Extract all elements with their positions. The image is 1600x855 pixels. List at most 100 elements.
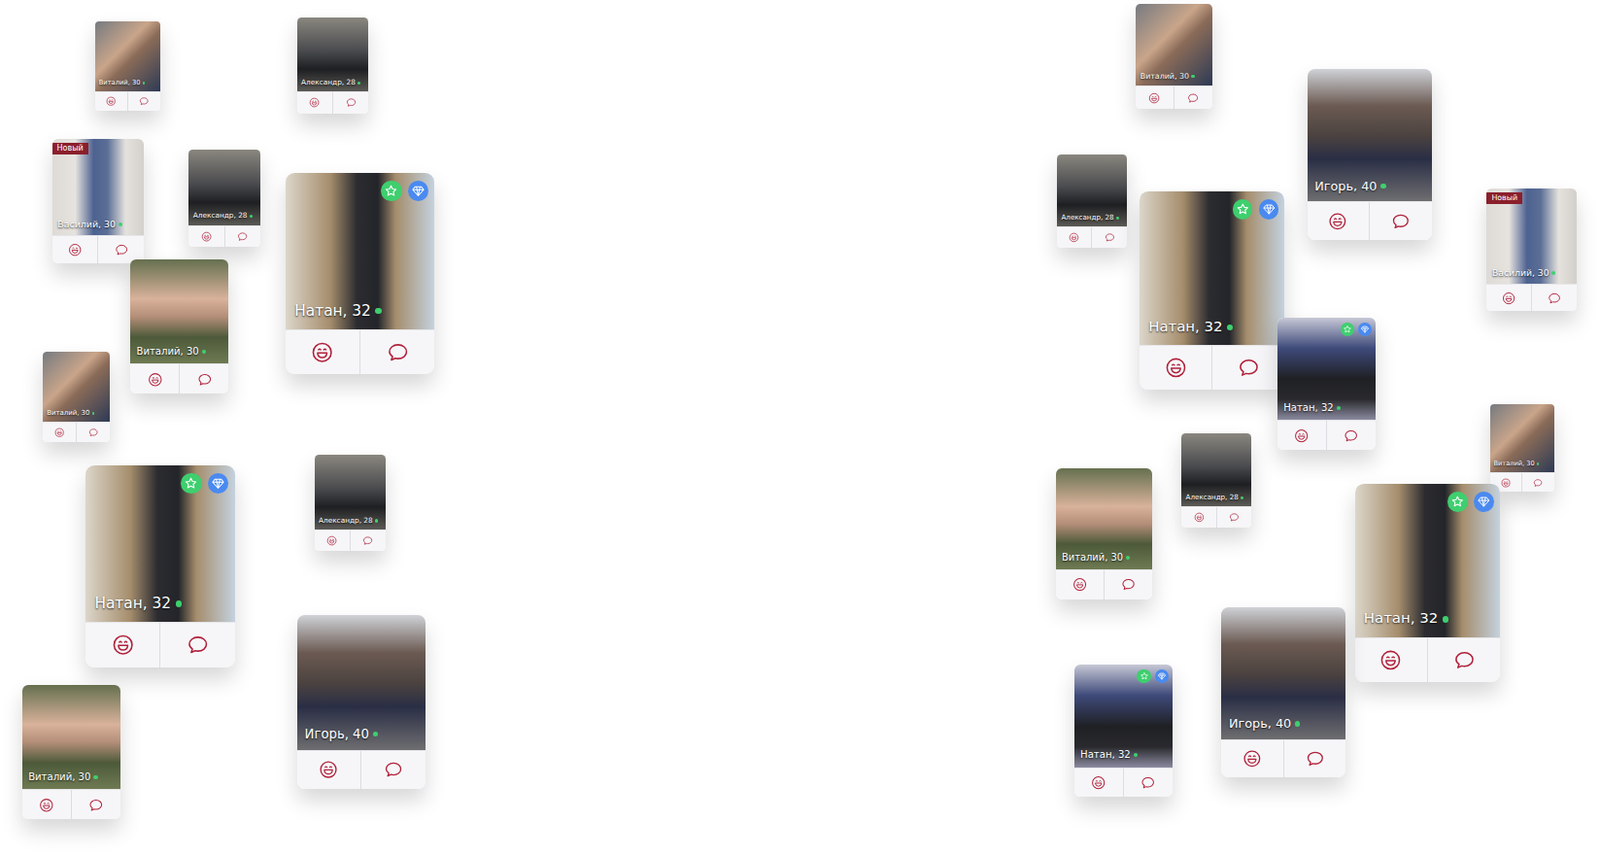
wink-button[interactable] [1055, 570, 1104, 599]
wink-button[interactable] [297, 92, 333, 113]
wink-button[interactable] [1056, 227, 1091, 248]
profile-photo[interactable]: Натан, 32 [85, 465, 235, 622]
message-button[interactable] [127, 92, 161, 112]
message-button[interactable] [332, 92, 369, 113]
profile-label: Виталий, 30 [46, 408, 95, 417]
profile-card[interactable]: Александр, 28 [297, 17, 370, 114]
profile-card[interactable]: Виталий, 30 [95, 21, 161, 111]
profile-photo[interactable]: Виталий, 30 [1135, 3, 1213, 86]
message-button[interactable] [360, 750, 426, 789]
wink-button[interactable] [130, 364, 179, 394]
message-button[interactable] [359, 330, 435, 375]
profile-photo[interactable]: Василий, 30Новый [52, 138, 145, 236]
profile-card[interactable]: Игорь, 40 [1221, 607, 1346, 778]
message-button[interactable] [1531, 284, 1577, 311]
wink-button[interactable] [314, 530, 350, 551]
message-button[interactable] [1211, 345, 1285, 390]
profile-photo[interactable]: Натан, 32 [1355, 483, 1500, 638]
profile-photo[interactable]: Александр, 28 [1056, 154, 1126, 228]
profile-card[interactable]: Виталий, 30 [1055, 468, 1153, 599]
message-button[interactable] [70, 789, 121, 819]
profile-photo[interactable]: Виталий, 30 [95, 21, 161, 92]
profile-card[interactable]: Виталий, 30 [1135, 3, 1213, 109]
online-dot [142, 81, 146, 85]
profile-label: Виталий, 30 [1061, 551, 1130, 564]
profile-photo[interactable]: Александр, 28 [297, 17, 370, 93]
message-button[interactable] [1216, 507, 1252, 528]
profile-card[interactable]: Натан, 32 [285, 172, 435, 375]
profile-card[interactable]: Игорь, 40 [1307, 68, 1432, 239]
profile-label: Игорь, 40 [305, 726, 379, 743]
message-button[interactable] [1521, 473, 1555, 492]
profile-card[interactable]: Натан, 32 [1355, 483, 1500, 682]
wink-button[interactable] [188, 226, 224, 247]
profile-card[interactable]: Натан, 32 [1074, 664, 1173, 798]
profile-card[interactable]: Александр, 28 [314, 454, 387, 551]
profile-actions [1055, 569, 1153, 599]
profile-name: Натан, 32 [294, 302, 372, 320]
message-button[interactable] [1368, 202, 1432, 239]
wink-button[interactable] [1181, 507, 1216, 528]
message-button[interactable] [349, 530, 386, 551]
message-button[interactable] [1123, 768, 1173, 798]
message-button[interactable] [1427, 638, 1500, 682]
smile-icon [105, 96, 116, 106]
wink-button[interactable] [1486, 284, 1532, 311]
wink-button[interactable] [1307, 202, 1370, 239]
message-button[interactable] [1173, 86, 1213, 109]
message-button[interactable] [1326, 420, 1376, 450]
profile-photo[interactable]: Виталий, 30 [42, 351, 110, 422]
wink-button[interactable] [42, 422, 76, 443]
profile-card[interactable]: Александр, 28 [188, 149, 261, 247]
profile-photo[interactable]: Игорь, 40 [1307, 68, 1432, 202]
profile-photo[interactable]: Игорь, 40 [1221, 607, 1346, 740]
profile-card[interactable]: Натан, 32 [1277, 317, 1376, 451]
profile-photo[interactable]: Натан, 32 [1277, 317, 1376, 421]
wink-button[interactable] [1277, 420, 1327, 450]
message-button[interactable] [1090, 227, 1126, 248]
profile-photo[interactable]: Натан, 32 [285, 172, 435, 330]
chat-bubble-icon [88, 797, 104, 814]
profile-photo[interactable]: Виталий, 30 [22, 684, 121, 789]
wink-button[interactable] [85, 622, 160, 668]
profile-photo[interactable]: Александр, 28 [1181, 433, 1251, 507]
profile-card[interactable]: Василий, 30Новый [1486, 188, 1576, 311]
profile-label: Виталий, 30 [136, 345, 206, 358]
profile-photo[interactable]: Александр, 28 [188, 149, 261, 225]
wink-button[interactable] [285, 330, 360, 375]
profile-photo[interactable]: Виталий, 30 [1490, 404, 1555, 473]
message-button[interactable] [75, 422, 110, 443]
profile-card[interactable]: Василий, 30Новый [52, 138, 145, 264]
wink-button[interactable] [22, 789, 71, 819]
message-button[interactable] [1103, 570, 1153, 599]
profile-card[interactable]: Виталий, 30 [1490, 404, 1555, 492]
profile-card[interactable]: Виталий, 30 [22, 684, 121, 820]
message-button[interactable] [224, 226, 261, 247]
chat-bubble-icon [1532, 477, 1543, 488]
profile-card[interactable]: Натан, 32 [1139, 191, 1285, 390]
profile-card[interactable]: Виталий, 30 [42, 351, 110, 442]
profile-photo[interactable]: Игорь, 40 [297, 614, 426, 749]
message-button[interactable] [1283, 740, 1347, 778]
wink-button[interactable] [1135, 86, 1174, 109]
message-button[interactable] [178, 364, 229, 394]
profile-card[interactable]: Александр, 28 [1056, 154, 1126, 249]
profile-photo[interactable]: Виталий, 30 [130, 259, 229, 364]
message-button[interactable] [159, 622, 235, 668]
profile-card[interactable]: Игорь, 40 [297, 614, 426, 789]
profile-photo[interactable]: Василий, 30Новый [1486, 188, 1576, 284]
profile-photo[interactable]: Александр, 28 [314, 454, 387, 530]
wink-button[interactable] [297, 750, 362, 789]
wink-button[interactable] [1355, 638, 1428, 682]
wink-button[interactable] [52, 236, 99, 264]
profile-card[interactable]: Натан, 32 [85, 465, 235, 668]
wink-button[interactable] [95, 92, 128, 112]
wink-button[interactable] [1074, 768, 1124, 798]
profile-photo[interactable]: Виталий, 30 [1055, 468, 1153, 570]
profile-card[interactable]: Виталий, 30 [130, 259, 229, 395]
wink-button[interactable] [1221, 740, 1284, 778]
profile-card[interactable]: Александр, 28 [1181, 433, 1251, 528]
profile-photo[interactable]: Натан, 32 [1074, 664, 1173, 768]
profile-photo[interactable]: Натан, 32 [1139, 191, 1285, 345]
wink-button[interactable] [1139, 345, 1212, 390]
